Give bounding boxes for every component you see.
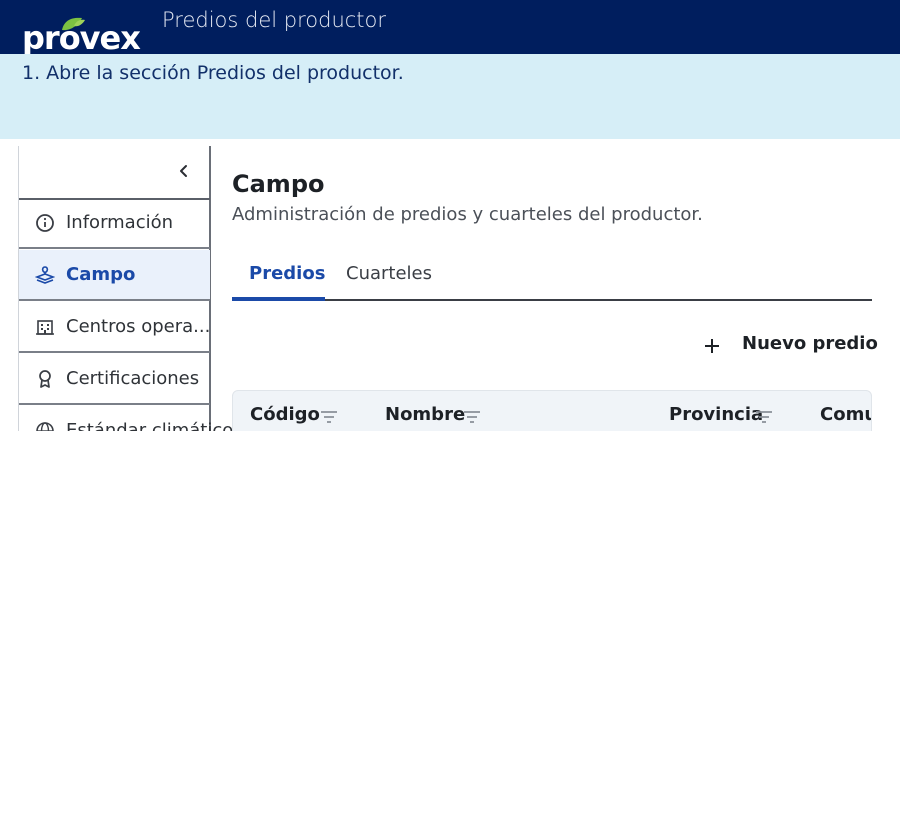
table-header: Código Nombre Provincia Comuna	[232, 390, 872, 431]
tab-cuarteles[interactable]: Cuarteles	[346, 263, 432, 284]
column-header-nombre[interactable]: Nombre	[385, 404, 465, 425]
new-predio-label: Nuevo predio	[742, 333, 878, 354]
filter-icon[interactable]	[319, 409, 339, 425]
column-header-provincia[interactable]: Provincia	[669, 404, 763, 425]
sidebar-item-label: Campo	[66, 264, 136, 285]
column-header-comuna[interactable]: Comuna	[820, 404, 871, 425]
sidebar-item-estandar-climatico[interactable]: Estándar climático	[19, 406, 233, 431]
instruction-band: 1. Abre la sección Predios del productor…	[0, 54, 900, 139]
app-screenshot: Información Campo Centros opera... Certi…	[0, 139, 900, 431]
column-header-codigo[interactable]: Código	[250, 404, 320, 425]
sidebar-item-centros-operativos[interactable]: Centros opera...	[19, 302, 210, 353]
top-bar: provex Predios del productor	[0, 0, 900, 57]
main-content: Campo Administración de predios y cuarte…	[232, 139, 878, 431]
sidebar: Información Campo Centros opera... Certi…	[18, 146, 233, 431]
building-icon	[36, 320, 54, 335]
filter-icon[interactable]	[462, 409, 482, 425]
filter-icon[interactable]	[754, 409, 774, 425]
active-tab-indicator	[232, 297, 325, 301]
sidebar-item-campo[interactable]: Campo	[19, 250, 210, 301]
sidebar-item-label: Información	[66, 212, 174, 233]
info-icon	[36, 214, 54, 232]
page-subtitle: Administración de predios y cuarteles de…	[232, 204, 703, 225]
chevron-left-icon[interactable]	[177, 163, 191, 179]
provex-logo: provex	[22, 14, 152, 57]
tab-predios[interactable]: Predios	[249, 263, 325, 284]
step-instruction: 1. Abre la sección Predios del productor…	[22, 62, 404, 84]
sidebar-item-label: Certificaciones	[66, 368, 200, 389]
sidebar-collapse[interactable]	[19, 146, 210, 200]
sidebar-item-informacion[interactable]: Información	[19, 198, 210, 249]
plus-icon	[705, 339, 719, 353]
field-icon	[35, 266, 55, 284]
sidebar-item-label: Centros opera...	[66, 316, 211, 337]
header-title: Predios del productor	[162, 8, 387, 32]
sidebar-item-certificaciones[interactable]: Certificaciones	[19, 354, 210, 405]
tab-bar: Predios Cuarteles	[232, 249, 872, 301]
new-predio-button[interactable]: Nuevo predio	[698, 329, 878, 363]
award-icon	[39, 370, 51, 388]
globe-icon	[36, 422, 54, 431]
logo-text: provex	[22, 19, 141, 57]
page-title: Campo	[232, 170, 325, 198]
sidebar-item-label: Estándar climático	[66, 420, 234, 431]
